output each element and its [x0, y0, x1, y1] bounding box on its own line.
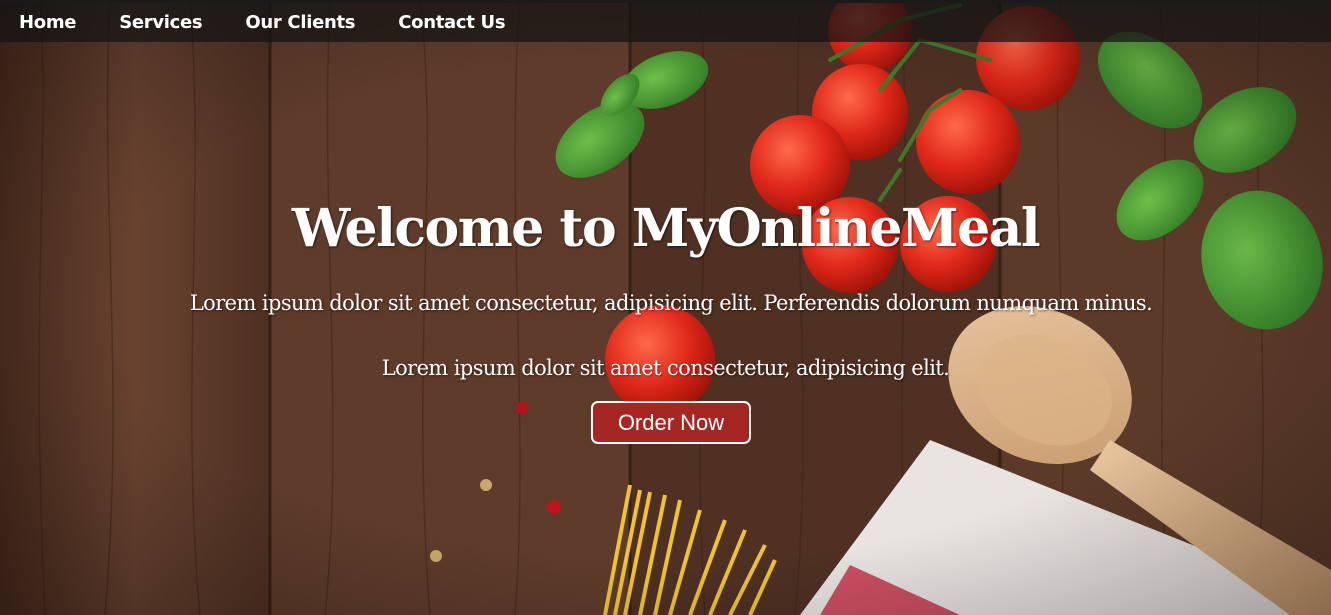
order-now-button[interactable]: Order Now: [591, 401, 751, 444]
nav-home[interactable]: Home: [19, 12, 77, 33]
nav-contact-us[interactable]: Contact Us: [398, 12, 505, 33]
hero-title: Welcome to MyOnlineMeal: [291, 198, 1041, 259]
nav-our-clients[interactable]: Our Clients: [245, 12, 355, 33]
top-navbar: Home Services Our Clients Contact Us: [0, 0, 1331, 42]
hero-line-1: Lorem ipsum dolor sit amet consectetur, …: [189, 291, 1153, 315]
hero-section: Welcome to MyOnlineMeal Lorem ipsum dolo…: [0, 0, 1331, 615]
nav-services[interactable]: Services: [119, 12, 202, 33]
page: Home Services Our Clients Contact Us Wel…: [0, 0, 1331, 615]
hero-line-2: Lorem ipsum dolor sit amet consectetur, …: [381, 356, 950, 380]
